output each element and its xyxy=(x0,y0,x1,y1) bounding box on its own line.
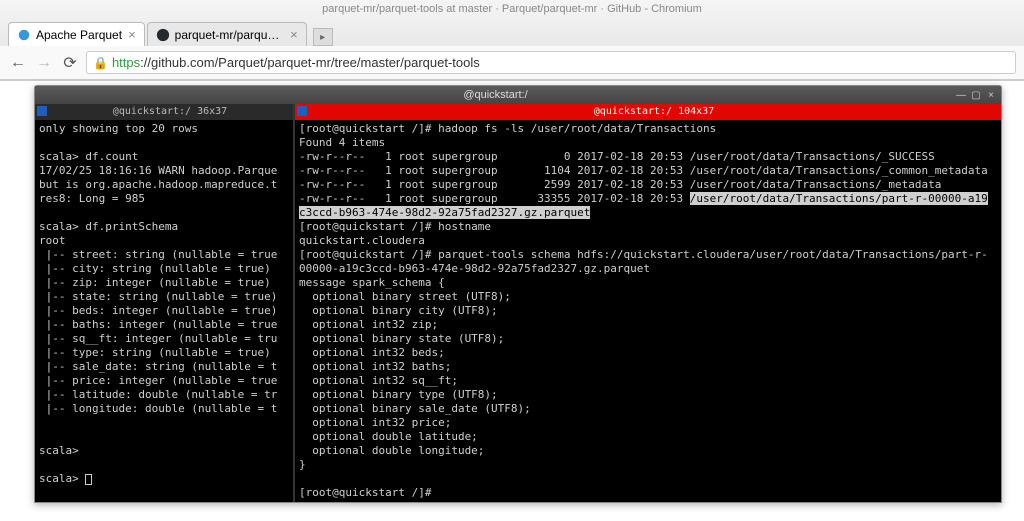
reload-button[interactable]: ⟳ xyxy=(60,53,80,73)
close-icon[interactable]: × xyxy=(290,27,298,42)
tab-label: Apache Parquet xyxy=(36,28,122,42)
pane-title-right: @quickstart:/ 104x37 xyxy=(295,104,1001,120)
terminal-pane-left[interactable]: @quickstart:/ 36x37 only showing top 20 … xyxy=(35,104,295,502)
terminal-titlebar[interactable]: @quickstart:/ — ▢ × xyxy=(35,86,1001,104)
url-path: ://github.com/Parquet/parquet-mr/tree/ma… xyxy=(140,55,480,70)
minimize-icon[interactable]: — xyxy=(955,89,967,101)
address-bar[interactable]: 🔒 https://github.com/Parquet/parquet-mr/… xyxy=(86,51,1016,74)
tab-label: parquet-mr/parquet-t… xyxy=(175,28,284,42)
terminal-output-left: only showing top 20 rows scala> df.count… xyxy=(35,120,293,488)
terminal-window-title: @quickstart:/ xyxy=(39,89,952,101)
pane-indicator-icon xyxy=(297,106,307,116)
tab-github-parquet-mr[interactable]: parquet-mr/parquet-t… × xyxy=(147,22,307,46)
close-icon[interactable]: × xyxy=(128,27,136,42)
browser-window-title: parquet-mr/parquet-tools at master · Par… xyxy=(0,0,1024,18)
back-button[interactable]: ← xyxy=(8,53,28,73)
terminal-pane-right[interactable]: @quickstart:/ 104x37 [root@quickstart /]… xyxy=(295,104,1001,502)
url-scheme: https xyxy=(112,55,140,70)
nav-toolbar: ← → ⟳ 🔒 https://github.com/Parquet/parqu… xyxy=(0,46,1024,80)
close-icon[interactable]: × xyxy=(985,89,997,101)
maximize-icon[interactable]: ▢ xyxy=(970,89,982,101)
parquet-favicon-icon xyxy=(17,28,31,42)
page-content: @quickstart:/ — ▢ × @quickstart:/ 36x37 … xyxy=(0,81,1024,521)
lock-icon: 🔒 xyxy=(93,56,108,70)
terminal-output-right: [root@quickstart /]# hadoop fs -ls /user… xyxy=(295,120,1001,502)
forward-button: → xyxy=(34,53,54,73)
github-favicon-icon xyxy=(156,28,170,42)
tab-strip: Apache Parquet × parquet-mr/parquet-t… ×… xyxy=(0,18,1024,46)
new-tab-button[interactable]: ▸ xyxy=(313,28,333,46)
tab-apache-parquet[interactable]: Apache Parquet × xyxy=(8,22,145,46)
terminal-window: @quickstart:/ — ▢ × @quickstart:/ 36x37 … xyxy=(34,85,1002,503)
pane-title-left: @quickstart:/ 36x37 xyxy=(35,104,293,120)
pane-indicator-icon xyxy=(37,106,47,116)
